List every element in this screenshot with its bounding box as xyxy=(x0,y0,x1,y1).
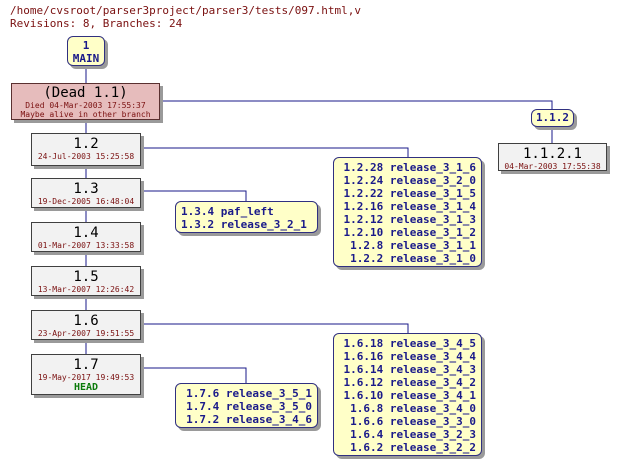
revision-1-3[interactable]: 1.3 19-Dec-2005 16:48:04 xyxy=(31,178,141,208)
branch-main-number: 1 xyxy=(82,39,90,52)
tag-list-1-6: 1.6.18 release_3_4_5 1.6.16 release_3_4_… xyxy=(333,333,482,456)
tag-list-1-7: 1.7.6 release_3_5_1 1.7.4 release_3_5_0 … xyxy=(175,383,318,428)
tag-item: 1.6.6 release_3_3_0 xyxy=(350,415,476,428)
revision-1-7[interactable]: 1.7 19-May-2017 19:49:53 HEAD xyxy=(31,354,141,395)
revision-number: 1.6 xyxy=(73,313,99,329)
tag-item: 1.6.16 release_3_4_4 xyxy=(343,350,476,363)
revision-date: 23-Apr-2007 19:51:55 xyxy=(37,329,135,338)
branch-main-name: MAIN xyxy=(72,52,100,65)
tag-item: 1.3.4 paf_left xyxy=(181,205,274,218)
revision-date: 04-Mar-2003 17:55:38 xyxy=(504,162,601,171)
revision-1-2[interactable]: 1.2 24-Jul-2003 15:25:58 xyxy=(31,133,141,166)
branch-number: 1.1.2 xyxy=(535,111,570,124)
revision-date: 19-Dec-2005 16:48:04 xyxy=(37,197,135,206)
branch-main[interactable]: 1 MAIN xyxy=(67,36,105,66)
branch-1-1-2[interactable]: 1.1.2 xyxy=(531,109,574,127)
tag-item: 1.6.8 release_3_4_0 xyxy=(350,402,476,415)
tag-item: 1.6.2 release_3_2_2 xyxy=(350,441,476,454)
tag-item: 1.2.2 release_3_1_0 xyxy=(350,252,476,265)
branch-line-1-1-2 xyxy=(160,100,553,109)
tag-item: 1.6.10 release_3_4_1 xyxy=(343,389,476,402)
tag-item: 1.2.10 release_3_1_2 xyxy=(343,226,476,239)
tag-line-1-3 xyxy=(141,190,247,201)
tag-item: 1.6.18 release_3_4_5 xyxy=(343,337,476,350)
tag-item: 1.6.12 release_3_4_2 xyxy=(343,376,476,389)
revision-number: 1.5 xyxy=(73,269,99,285)
revision-number: 1.7 xyxy=(73,357,99,373)
tag-item: 1.2.16 release_3_1_4 xyxy=(343,200,476,213)
tag-item: 1.6.14 release_3_4_3 xyxy=(343,363,476,376)
revision-1-1-dead[interactable]: (Dead 1.1) Died 04-Mar-2003 17:55:37 May… xyxy=(11,83,160,120)
revision-note: Maybe alive in other branch xyxy=(20,110,151,119)
revision-number: 1.3 xyxy=(73,181,99,197)
tag-line-1-7 xyxy=(141,367,247,383)
tag-item: 1.7.2 release_3_4_6 xyxy=(186,413,312,426)
revision-1-5[interactable]: 1.5 13-Mar-2007 12:26:42 xyxy=(31,266,141,296)
revision-number: 1.1.2.1 xyxy=(522,146,582,162)
tag-list-1-2: 1.2.28 release_3_1_6 1.2.24 release_3_2_… xyxy=(333,157,482,267)
tag-line-1-2 xyxy=(141,147,409,157)
revision-date: 13-Mar-2007 12:26:42 xyxy=(37,285,135,294)
revision-number: 1.4 xyxy=(73,225,99,241)
tag-item: 1.7.4 release_3_5_0 xyxy=(186,400,312,413)
tag-item: 1.7.6 release_3_5_1 xyxy=(186,387,312,400)
tag-item: 1.2.12 release_3_1_3 xyxy=(343,213,476,226)
revision-number: (Dead 1.1) xyxy=(43,85,128,101)
tag-item: 1.2.24 release_3_2_0 xyxy=(343,174,476,187)
tag-item: 1.6.4 release_3_2_3 xyxy=(350,428,476,441)
tag-list-1-3: 1.3.4 paf_left 1.3.2 release_3_2_1 xyxy=(175,201,318,233)
revision-number: 1.2 xyxy=(73,136,99,152)
revision-1-6[interactable]: 1.6 23-Apr-2007 19:51:55 xyxy=(31,310,141,340)
head-label: HEAD xyxy=(73,382,99,393)
tag-item: 1.2.28 release_3_1_6 xyxy=(343,161,476,174)
revision-date: 01-Mar-2007 13:33:58 xyxy=(37,241,135,250)
revision-1-1-2-1[interactable]: 1.1.2.1 04-Mar-2003 17:55:38 xyxy=(498,143,607,171)
revision-date: 19-May-2017 19:49:53 xyxy=(37,373,135,382)
revision-date: Died 04-Mar-2003 17:55:37 xyxy=(25,101,146,110)
revision-1-4[interactable]: 1.4 01-Mar-2007 13:33:58 xyxy=(31,222,141,252)
revision-date: 24-Jul-2003 15:25:58 xyxy=(37,152,135,161)
tag-item: 1.2.8 release_3_1_1 xyxy=(350,239,476,252)
tag-line-1-6 xyxy=(141,323,409,333)
tag-item: 1.3.2 release_3_2_1 xyxy=(181,218,307,231)
tag-item: 1.2.22 release_3_1_5 xyxy=(343,187,476,200)
